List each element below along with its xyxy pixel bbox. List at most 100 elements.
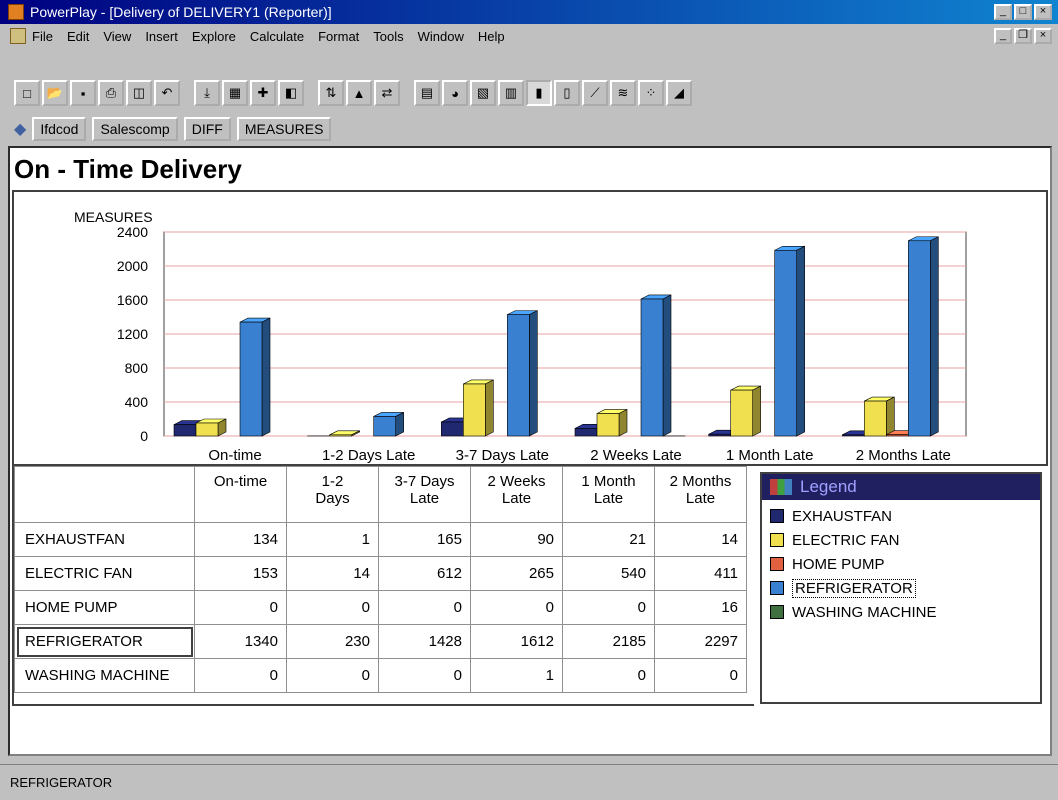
- nest-icon[interactable]: ▦: [222, 80, 248, 106]
- table-cell[interactable]: 0: [194, 590, 287, 625]
- scatter-chart-icon[interactable]: ⁘: [638, 80, 664, 106]
- table-cell[interactable]: 1: [286, 522, 379, 557]
- table-cell[interactable]: 1428: [378, 624, 471, 659]
- table-cell[interactable]: 0: [470, 590, 563, 625]
- column-header[interactable]: 2 Months Late: [654, 466, 747, 523]
- drill-icon[interactable]: ⤓: [194, 80, 220, 106]
- table-cell[interactable]: 0: [378, 658, 471, 693]
- line-chart-icon[interactable]: ⟋: [582, 80, 608, 106]
- row-header[interactable]: ELECTRIC FAN: [14, 556, 195, 591]
- calculate-icon[interactable]: ✚: [250, 80, 276, 106]
- legend-swatch: [770, 581, 784, 595]
- minimize-icon[interactable]: _: [994, 4, 1012, 20]
- row-header[interactable]: EXHAUSTFAN: [14, 522, 195, 557]
- bar-chart-icon[interactable]: ▮: [526, 80, 552, 106]
- dimension-diff[interactable]: DIFF: [183, 117, 231, 141]
- menu-help[interactable]: Help: [478, 29, 505, 44]
- table-cell[interactable]: 14: [286, 556, 379, 591]
- table-cell[interactable]: 2185: [562, 624, 655, 659]
- table-cell[interactable]: 540: [562, 556, 655, 591]
- dimension-line: ◆ Ifdcod Salescomp DIFF MEASURES: [0, 114, 1058, 144]
- column-header[interactable]: 1-2 Days: [286, 466, 379, 523]
- child-restore-icon[interactable]: ❐: [1014, 28, 1032, 44]
- table-cell[interactable]: 0: [654, 658, 747, 693]
- legend-item[interactable]: REFRIGERATOR: [770, 576, 1040, 600]
- table-cell[interactable]: 612: [378, 556, 471, 591]
- area-chart-icon[interactable]: ◢: [666, 80, 692, 106]
- table-cell[interactable]: 16: [654, 590, 747, 625]
- row-header[interactable]: HOME PUMP: [14, 590, 195, 625]
- table-cell[interactable]: 0: [194, 658, 287, 693]
- table-cell[interactable]: 265: [470, 556, 563, 591]
- table-cell[interactable]: 0: [286, 658, 379, 693]
- table-row: WASHING MACHINE 0 0 0 1 0 0: [14, 658, 747, 693]
- row-header[interactable]: WASHING MACHINE: [14, 658, 195, 693]
- table-cell[interactable]: 0: [378, 590, 471, 625]
- close-icon[interactable]: ×: [1034, 4, 1052, 20]
- table-cell[interactable]: 0: [286, 590, 379, 625]
- table-cell[interactable]: 2297: [654, 624, 747, 659]
- column-header[interactable]: On-time: [194, 466, 287, 523]
- table-cell[interactable]: 14: [654, 522, 747, 557]
- column-header[interactable]: 3-7 Days Late: [378, 466, 471, 523]
- menu-file[interactable]: File: [32, 29, 53, 44]
- crosstab-icon[interactable]: ▤: [414, 80, 440, 106]
- legend-swatch: [770, 509, 784, 523]
- print-preview-icon[interactable]: ◫: [126, 80, 152, 106]
- table-cell[interactable]: 0: [562, 658, 655, 693]
- table-cell[interactable]: 1340: [194, 624, 287, 659]
- print-icon[interactable]: ⎙: [98, 80, 124, 106]
- column-header[interactable]: 1 Month Late: [562, 466, 655, 523]
- table-cell[interactable]: 165: [378, 522, 471, 557]
- menu-format[interactable]: Format: [318, 29, 359, 44]
- report-area: On - Time Delivery 0 400 800 1200 1600 2000 24…: [8, 146, 1052, 756]
- filter-icon[interactable]: ◧: [278, 80, 304, 106]
- menu-view[interactable]: View: [103, 29, 131, 44]
- legend-item[interactable]: HOME PUMP: [770, 552, 1040, 576]
- table-cell[interactable]: 411: [654, 556, 747, 591]
- document-icon[interactable]: [10, 28, 26, 44]
- dimension-salescomp[interactable]: Salescomp: [92, 117, 178, 141]
- table-cell[interactable]: 1: [470, 658, 563, 693]
- report-title: On - Time Delivery: [14, 154, 242, 184]
- legend-item[interactable]: WASHING MACHINE: [770, 600, 1040, 624]
- menu-edit[interactable]: Edit: [67, 29, 89, 44]
- table-cell[interactable]: 230: [286, 624, 379, 659]
- stacked-bar-icon[interactable]: ▯: [554, 80, 580, 106]
- menu-insert[interactable]: Insert: [145, 29, 178, 44]
- open-icon[interactable]: 📂: [42, 80, 68, 106]
- undo-icon[interactable]: ↶: [154, 80, 180, 106]
- multiline-chart-icon[interactable]: ≋: [610, 80, 636, 106]
- clustered-bar-icon[interactable]: ▥: [498, 80, 524, 106]
- legend-item[interactable]: ELECTRIC FAN: [770, 528, 1040, 552]
- dimension-measures[interactable]: MEASURES: [236, 117, 332, 141]
- sort-icon[interactable]: ⇅: [318, 80, 344, 106]
- column-header[interactable]: 2 Weeks Late: [470, 466, 563, 523]
- table-cell[interactable]: 21: [562, 522, 655, 557]
- menu-tools[interactable]: Tools: [373, 29, 403, 44]
- table-cell[interactable]: 153: [194, 556, 287, 591]
- menu-calculate[interactable]: Calculate: [250, 29, 304, 44]
- menu-explore[interactable]: Explore: [192, 29, 236, 44]
- row-header[interactable]: REFRIGERATOR: [14, 624, 195, 659]
- 3d-chart-icon[interactable]: ▧: [470, 80, 496, 106]
- child-minimize-icon[interactable]: _: [994, 28, 1012, 44]
- maximize-icon[interactable]: □: [1014, 4, 1032, 20]
- new-icon[interactable]: □: [14, 80, 40, 106]
- menu-window[interactable]: Window: [418, 29, 464, 44]
- table-cell[interactable]: 1612: [470, 624, 563, 659]
- y-axis-label: MEASURES: [74, 209, 153, 225]
- swap-icon[interactable]: ⇄: [374, 80, 400, 106]
- pie-chart-icon[interactable]: ◕: [442, 80, 468, 106]
- save-icon[interactable]: ▪: [70, 80, 96, 106]
- rank-icon[interactable]: ▲: [346, 80, 372, 106]
- table-row: REFRIGERATOR 1340 230 1428 1612 2185 2297: [14, 624, 747, 659]
- child-close-icon[interactable]: ×: [1034, 28, 1052, 44]
- table-cell[interactable]: 134: [194, 522, 287, 557]
- legend-item[interactable]: EXHAUSTFAN: [770, 504, 1040, 528]
- table-cell[interactable]: 90: [470, 522, 563, 557]
- dimension-viewer-icon[interactable]: ◆: [14, 119, 26, 139]
- dimension-ifdcod[interactable]: Ifdcod: [32, 117, 87, 141]
- table-cell[interactable]: 0: [562, 590, 655, 625]
- y-tick-label: 0: [140, 428, 148, 444]
